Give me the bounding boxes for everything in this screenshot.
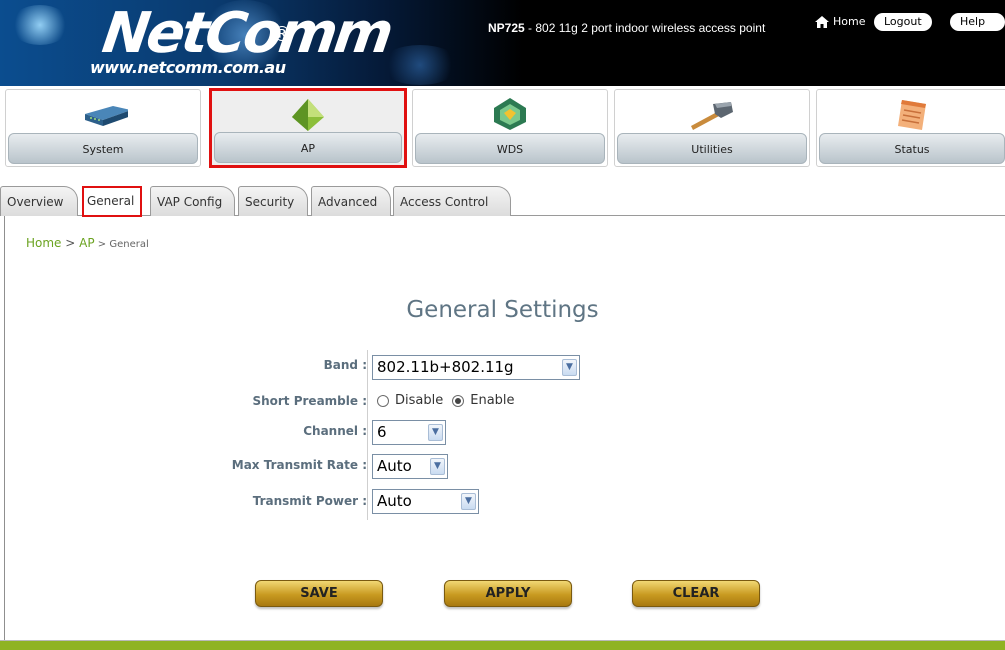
preamble-enable-label: Enable bbox=[470, 393, 515, 408]
banner-glow bbox=[380, 45, 460, 85]
logo-url: www.netcomm.com.au bbox=[90, 58, 286, 77]
module-wds-label: WDS bbox=[415, 133, 605, 164]
transmit-power-select[interactable]: Auto ▼ bbox=[372, 489, 479, 514]
clear-button[interactable]: CLEAR bbox=[632, 580, 760, 607]
module-utilities[interactable]: Utilities bbox=[614, 89, 810, 167]
product-title: NP725 - 802 11g 2 port indoor wireless a… bbox=[488, 21, 765, 35]
module-nav: System AP WDS Utilities Status bbox=[0, 86, 1005, 170]
device-icon bbox=[85, 106, 128, 126]
sub-tabs: Overview VAP Config Security Advanced Ac… bbox=[0, 180, 1005, 217]
banner-glow bbox=[10, 5, 70, 45]
breadcrumb-current: General bbox=[109, 239, 149, 250]
product-description: - 802 11g 2 port indoor wireless access … bbox=[524, 21, 766, 35]
logo-registered-mark: ® bbox=[272, 22, 292, 46]
netcomm-logo: NetComm bbox=[98, 1, 395, 66]
content-panel bbox=[4, 216, 1005, 640]
home-icon bbox=[815, 15, 829, 28]
notepad-icon bbox=[898, 100, 926, 130]
logout-button[interactable]: Logout bbox=[874, 13, 932, 31]
module-utilities-label: Utilities bbox=[617, 133, 807, 164]
breadcrumb-home[interactable]: Home bbox=[26, 236, 61, 250]
tab-overview[interactable]: Overview bbox=[0, 186, 78, 216]
breadcrumb-ap[interactable]: AP bbox=[79, 236, 94, 250]
short-preamble-options: Disable Enable bbox=[377, 393, 515, 408]
tab-general[interactable]: General bbox=[82, 186, 142, 217]
band-label: Band : bbox=[323, 358, 367, 372]
short-preamble-label: Short Preamble : bbox=[252, 394, 367, 408]
module-status-label: Status bbox=[819, 133, 1005, 164]
breadcrumb: Home > AP > General bbox=[26, 236, 149, 250]
page-title: General Settings bbox=[406, 297, 599, 323]
apply-button[interactable]: APPLY bbox=[444, 580, 572, 607]
tab-vap-config[interactable]: VAP Config bbox=[150, 186, 235, 216]
channel-select[interactable]: 6 ▼ bbox=[372, 420, 446, 445]
home-link-label: Home bbox=[833, 15, 866, 28]
top-banner: NetComm ® www.netcomm.com.au NP725 - 802… bbox=[0, 0, 1005, 86]
max-transmit-rate-label: Max Transmit Rate : bbox=[231, 458, 367, 472]
module-status[interactable]: Status bbox=[816, 89, 1005, 167]
breadcrumb-separator: > bbox=[94, 239, 110, 250]
chevron-down-icon: ▼ bbox=[461, 493, 476, 510]
help-button[interactable]: Help bbox=[950, 13, 1005, 31]
wds-icon bbox=[494, 98, 526, 130]
chevron-down-icon: ▼ bbox=[428, 424, 443, 441]
max-transmit-rate-select[interactable]: Auto ▼ bbox=[372, 454, 448, 479]
footer-bar bbox=[0, 640, 1005, 650]
tab-advanced[interactable]: Advanced bbox=[311, 186, 391, 216]
product-model: NP725 bbox=[488, 21, 525, 35]
module-ap[interactable]: AP bbox=[209, 88, 407, 168]
ap-icon bbox=[292, 99, 324, 131]
transmit-power-label: Transmit Power : bbox=[252, 494, 367, 508]
max-transmit-rate-value: Auto bbox=[377, 457, 412, 475]
channel-label: Channel : bbox=[303, 424, 367, 438]
home-link[interactable]: Home bbox=[815, 15, 865, 28]
form-divider bbox=[367, 350, 368, 520]
tab-access-control[interactable]: Access Control bbox=[393, 186, 511, 216]
save-button[interactable]: SAVE bbox=[255, 580, 383, 607]
channel-value: 6 bbox=[377, 423, 387, 441]
module-system-label: System bbox=[8, 133, 198, 164]
preamble-disable-radio[interactable] bbox=[377, 394, 389, 407]
band-select[interactable]: 802.11b+802.11g ▼ bbox=[372, 355, 580, 380]
band-value: 802.11b+802.11g bbox=[377, 358, 514, 376]
transmit-power-value: Auto bbox=[377, 492, 412, 510]
module-system[interactable]: System bbox=[5, 89, 201, 167]
preamble-enable-radio[interactable] bbox=[452, 394, 465, 407]
module-ap-label: AP bbox=[214, 132, 402, 163]
module-wds[interactable]: WDS bbox=[412, 89, 608, 167]
breadcrumb-separator: > bbox=[61, 236, 80, 250]
tab-security[interactable]: Security bbox=[238, 186, 308, 216]
preamble-disable-label: Disable bbox=[395, 393, 444, 408]
hammer-icon bbox=[691, 102, 733, 130]
chevron-down-icon: ▼ bbox=[430, 458, 445, 475]
chevron-down-icon: ▼ bbox=[562, 359, 577, 376]
